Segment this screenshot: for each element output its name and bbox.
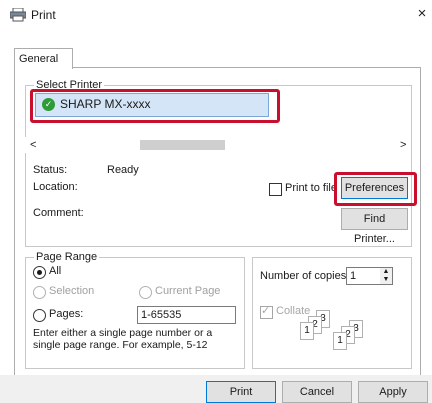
title-bar [0, 0, 432, 30]
pages-label: Pages: [49, 308, 84, 320]
copies-label: Number of copies: [260, 270, 350, 282]
status-label: Status: [33, 164, 68, 176]
page-range-label: Page Range [34, 251, 100, 263]
collate-checkbox[interactable]: ✓ [260, 305, 273, 319]
print-to-file-checkbox[interactable] [269, 183, 282, 196]
printer-highlight [30, 89, 280, 123]
pages-radio[interactable] [33, 309, 46, 322]
all-label: All [49, 265, 62, 277]
collate-page-1-icon: 1 [333, 332, 347, 350]
cancel-button[interactable]: Cancel [282, 381, 352, 403]
printer-icon [10, 8, 26, 22]
scrollbar-thumb[interactable] [140, 140, 225, 150]
window-title: Print [31, 8, 56, 22]
location-label: Location: [33, 181, 78, 193]
page-range-help: Enter either a single page number or a s… [33, 327, 213, 351]
copies-spinner[interactable]: ▲ ▼ [380, 267, 393, 285]
comment-label: Comment: [33, 207, 84, 219]
print-to-file-label: Print to file [285, 182, 337, 194]
scroll-right-icon[interactable]: > [400, 139, 406, 151]
scroll-left-icon[interactable]: < [30, 139, 36, 151]
selection-label: Selection [49, 285, 95, 297]
pages-input[interactable]: 1-65535 [137, 306, 236, 324]
close-icon[interactable]: × [413, 4, 431, 24]
tab-general-label: General [19, 53, 59, 65]
selection-radio [33, 286, 46, 299]
collate-set-page-1-icon: 1 [300, 322, 314, 340]
status-value: Ready [107, 164, 139, 176]
copies-input[interactable]: 1 [346, 267, 381, 285]
current-page-label: Current Page [155, 285, 221, 297]
print-button[interactable]: Print [206, 381, 276, 403]
current-page-radio [139, 286, 152, 299]
all-radio[interactable] [33, 266, 46, 279]
collate-label: Collate [276, 305, 311, 317]
find-printer-button[interactable]: Find Printer... [341, 208, 408, 245]
apply-button[interactable]: Apply [358, 381, 428, 403]
preferences-highlight [334, 172, 417, 206]
